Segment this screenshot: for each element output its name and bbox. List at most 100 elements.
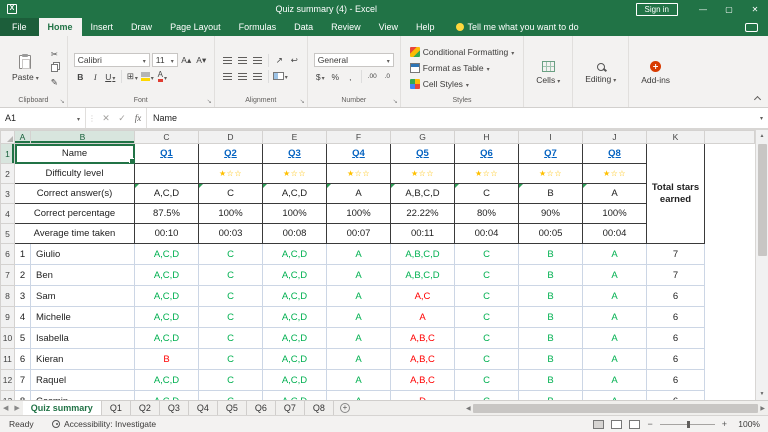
cell-answer[interactable]: A — [327, 370, 391, 391]
insert-function-button[interactable]: fx — [130, 108, 146, 128]
cell-answer[interactable]: A,C,D — [263, 286, 327, 307]
cell-answer[interactable]: A,C,D — [263, 391, 327, 401]
cell-answer[interactable]: A — [583, 286, 647, 307]
cell-answer[interactable]: B — [519, 391, 583, 401]
cell[interactable]: A — [583, 184, 647, 204]
cut-button[interactable]: ✂ — [48, 48, 61, 61]
cell-answer[interactable]: A,C — [391, 286, 455, 307]
column-header-A[interactable]: A — [15, 131, 31, 144]
row-header-7[interactable]: 7 — [1, 265, 15, 286]
sheet-tab-quiz-summary[interactable]: Quiz summary — [23, 401, 102, 415]
cell-answer[interactable]: C — [199, 244, 263, 265]
decrease-font-size-button[interactable]: A▾ — [195, 54, 208, 67]
cell-answer[interactable]: A — [327, 307, 391, 328]
cell[interactable]: 00:10 — [135, 224, 199, 244]
sheet-tab-q1[interactable]: Q1 — [102, 401, 131, 415]
cell[interactable]: A,B,C,D — [391, 184, 455, 204]
zoom-slider-thumb[interactable] — [687, 421, 690, 428]
sheet-nav-right-button[interactable]: ▶ — [11, 401, 22, 415]
cell-stars[interactable]: 6 — [647, 328, 705, 349]
ribbon-tab-help[interactable]: Help — [407, 18, 444, 36]
view-page-break-button[interactable] — [629, 420, 640, 429]
font-dialog-launcher[interactable]: ↘ — [207, 98, 212, 105]
comma-button[interactable]: , — [344, 70, 357, 83]
cell-answer[interactable]: C — [455, 370, 519, 391]
cell-stars[interactable]: 6 — [647, 286, 705, 307]
italic-button[interactable]: I — [89, 70, 102, 83]
cell[interactable]: ★☆☆ — [327, 164, 391, 184]
cell-answer[interactable]: C — [199, 391, 263, 401]
accessibility-status[interactable]: Accessibility: Investigate — [52, 419, 156, 429]
sign-in-button[interactable]: Sign in — [636, 3, 678, 16]
horizontal-scrollbar[interactable]: ◀ ▶ — [463, 401, 768, 415]
cell[interactable]: 87.5% — [135, 204, 199, 224]
cell-answer[interactable]: A,C,D — [263, 265, 327, 286]
sheet-nav-left-button[interactable]: ◀ — [0, 401, 11, 415]
align-left-button[interactable] — [221, 70, 234, 83]
cell-answer[interactable]: B — [519, 307, 583, 328]
cell[interactable]: 00:11 — [391, 224, 455, 244]
cell-student-number[interactable]: 8 — [15, 391, 31, 401]
cell-answer[interactable]: C — [455, 265, 519, 286]
percent-button[interactable]: % — [329, 70, 342, 83]
cell-question-header[interactable]: Q4 — [327, 144, 391, 164]
formula-bar-expand-button[interactable] — [755, 108, 768, 128]
formula-enter-button[interactable]: ✓ — [114, 108, 130, 128]
cell-student-name[interactable]: Raquel — [31, 370, 135, 391]
cell-answer[interactable]: A — [327, 328, 391, 349]
row-header-11[interactable]: 11 — [1, 349, 15, 370]
cell[interactable] — [705, 184, 755, 204]
ribbon-tab-file[interactable]: File — [0, 18, 39, 36]
cell-answer[interactable]: A — [327, 349, 391, 370]
align-top-button[interactable] — [221, 54, 234, 67]
row-header-13[interactable]: 13 — [1, 391, 15, 401]
cell[interactable] — [705, 286, 755, 307]
scroll-left-button[interactable]: ◀ — [466, 405, 471, 412]
cell-answer[interactable]: A,B,C,D — [391, 244, 455, 265]
sheet-tab-q5[interactable]: Q5 — [218, 401, 247, 415]
cell[interactable]: ★☆☆ — [391, 164, 455, 184]
cell-student-name[interactable]: Sam — [31, 286, 135, 307]
cell-meta-label[interactable]: Correct percentage — [15, 204, 135, 224]
zoom-out-button[interactable]: − — [647, 419, 652, 429]
align-center-button[interactable] — [236, 70, 249, 83]
ribbon-tab-insert[interactable]: Insert — [82, 18, 123, 36]
cell[interactable]: 80% — [455, 204, 519, 224]
cell-meta-label[interactable]: Difficulty level — [15, 164, 135, 184]
cell-question-header[interactable]: Q6 — [455, 144, 519, 164]
formula-cancel-button[interactable]: ✕ — [98, 108, 114, 128]
cell[interactable] — [705, 164, 755, 184]
font-name-select[interactable]: Calibri — [74, 53, 150, 67]
cell[interactable]: 100% — [199, 204, 263, 224]
cell-student-name[interactable]: Cosmin — [31, 391, 135, 401]
column-header-B[interactable]: B — [31, 131, 135, 144]
sheet-tab-q4[interactable]: Q4 — [189, 401, 218, 415]
cell-answer[interactable]: B — [519, 349, 583, 370]
font-size-select[interactable]: 11 — [152, 53, 178, 67]
cell-answer[interactable]: C — [455, 328, 519, 349]
increase-decimal-button[interactable]: .00 — [366, 70, 379, 83]
row-header-3[interactable]: 3 — [1, 184, 15, 204]
cell-answer[interactable]: B — [519, 265, 583, 286]
orientation-button[interactable]: ↗ — [273, 54, 286, 67]
cell-student-number[interactable]: 3 — [15, 286, 31, 307]
row-header-4[interactable]: 4 — [1, 204, 15, 224]
cell[interactable]: 00:03 — [199, 224, 263, 244]
cell-answer[interactable]: A,C,D — [263, 370, 327, 391]
cell-answer[interactable]: D — [391, 391, 455, 401]
select-all-corner[interactable] — [1, 131, 15, 144]
number-dialog-launcher[interactable]: ↘ — [393, 98, 398, 105]
cell-answer[interactable]: A — [327, 391, 391, 401]
editing-button[interactable]: Editing — [579, 39, 622, 107]
cell[interactable] — [705, 349, 755, 370]
cell-answer[interactable]: C — [199, 370, 263, 391]
cell-answer[interactable]: C — [199, 349, 263, 370]
formula-input[interactable]: Name — [146, 108, 755, 128]
cell[interactable]: ★☆☆ — [583, 164, 647, 184]
cell-student-name[interactable]: Michelle — [31, 307, 135, 328]
cell-total-stars-header[interactable]: Total stars earned — [647, 144, 705, 244]
clipboard-dialog-launcher[interactable]: ↘ — [60, 98, 65, 105]
cell-stars[interactable]: 6 — [647, 370, 705, 391]
cell[interactable]: 22.22% — [391, 204, 455, 224]
zoom-in-button[interactable]: + — [722, 419, 727, 429]
